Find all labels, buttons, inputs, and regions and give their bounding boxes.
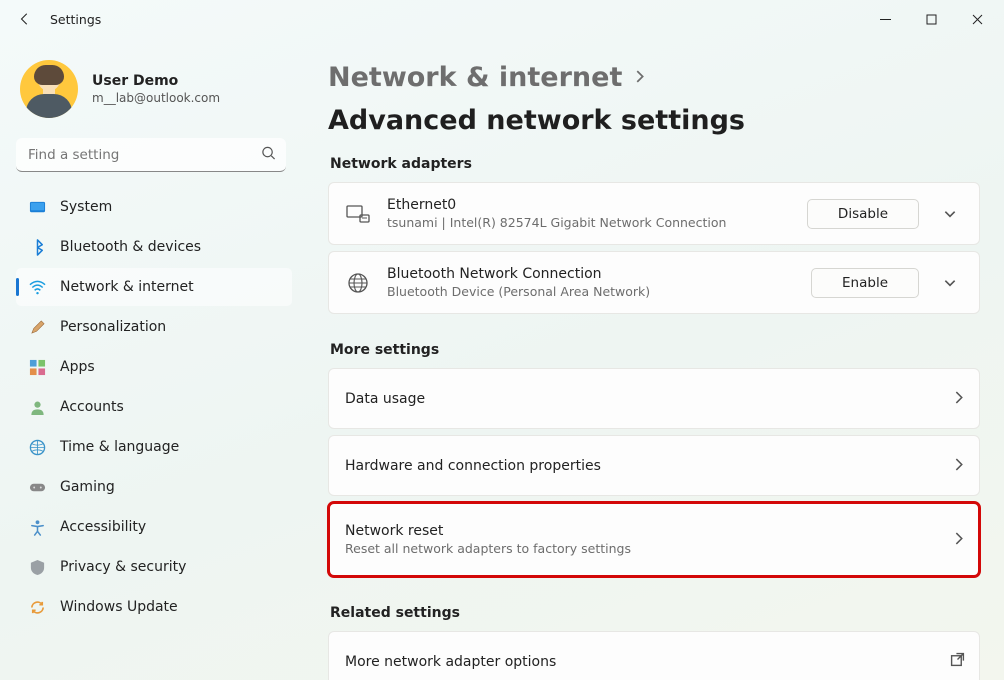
open-external-icon xyxy=(950,652,965,671)
search-input[interactable] xyxy=(16,138,286,172)
adapter-desc: tsunami | Intel(R) 82574L Gigabit Networ… xyxy=(387,215,791,230)
shield-icon xyxy=(28,558,46,576)
section-title-more: More settings xyxy=(330,342,980,358)
section-title-adapters: Network adapters xyxy=(330,156,980,172)
related-item-adapter-options[interactable]: More network adapter options xyxy=(328,631,980,680)
search-box xyxy=(16,138,286,172)
sidebar-item-label: Gaming xyxy=(60,479,115,495)
sidebar-item-accounts[interactable]: Accounts xyxy=(16,388,292,426)
sidebar-item-accessibility[interactable]: Accessibility xyxy=(16,508,292,546)
update-icon xyxy=(28,598,46,616)
link-title: More network adapter options xyxy=(345,654,934,670)
sidebar-item-label: Windows Update xyxy=(60,599,178,615)
system-icon xyxy=(28,198,46,216)
link-title: Network reset xyxy=(345,523,936,539)
breadcrumb-parent[interactable]: Network & internet xyxy=(328,62,622,93)
sidebar-item-label: Accounts xyxy=(60,399,124,415)
adapter-card-bluetooth[interactable]: Bluetooth Network Connection Bluetooth D… xyxy=(328,251,980,314)
sidebar-item-privacy[interactable]: Privacy & security xyxy=(16,548,292,586)
sidebar-item-update[interactable]: Windows Update xyxy=(16,588,292,626)
globe-icon xyxy=(345,272,371,294)
sidebar-item-bluetooth[interactable]: Bluetooth & devices xyxy=(16,228,292,266)
bluetooth-icon xyxy=(28,238,46,256)
sidebar: User Demo m__lab@outlook.com System Blue… xyxy=(0,38,300,680)
ethernet-icon xyxy=(345,204,371,224)
chevron-down-icon xyxy=(943,276,957,290)
link-subtitle: Reset all network adapters to factory se… xyxy=(345,541,936,556)
close-button[interactable] xyxy=(954,4,1000,34)
nav-list: System Bluetooth & devices Network & int… xyxy=(16,188,292,626)
expand-button[interactable] xyxy=(935,207,965,221)
user-email: m__lab@outlook.com xyxy=(92,91,220,105)
paintbrush-icon xyxy=(28,318,46,336)
more-item-network-reset[interactable]: Network reset Reset all network adapters… xyxy=(328,502,980,577)
maximize-button[interactable] xyxy=(908,4,954,34)
chevron-right-icon xyxy=(952,530,965,549)
adapter-name: Bluetooth Network Connection xyxy=(387,266,795,282)
search-icon xyxy=(261,146,276,165)
sidebar-item-apps[interactable]: Apps xyxy=(16,348,292,386)
section-title-related: Related settings xyxy=(330,605,980,621)
sidebar-item-label: Personalization xyxy=(60,319,166,335)
chevron-right-icon xyxy=(634,68,647,87)
chevron-down-icon xyxy=(943,207,957,221)
minimize-button[interactable] xyxy=(862,4,908,34)
app-title: Settings xyxy=(50,12,101,27)
more-item-data-usage[interactable]: Data usage xyxy=(328,368,980,429)
close-icon xyxy=(972,14,983,25)
sidebar-item-label: System xyxy=(60,199,112,215)
link-title: Data usage xyxy=(345,391,936,407)
sidebar-item-label: Time & language xyxy=(60,439,179,455)
link-title: Hardware and connection properties xyxy=(345,458,936,474)
sidebar-item-label: Bluetooth & devices xyxy=(60,239,201,255)
disable-button[interactable]: Disable xyxy=(807,199,919,229)
sidebar-item-label: Network & internet xyxy=(60,279,194,295)
minimize-icon xyxy=(880,14,891,25)
sidebar-item-personalization[interactable]: Personalization xyxy=(16,308,292,346)
breadcrumb: Network & internet Advanced network sett… xyxy=(328,62,980,136)
sidebar-item-label: Apps xyxy=(60,359,95,375)
enable-button[interactable]: Enable xyxy=(811,268,919,298)
user-name: User Demo xyxy=(92,73,220,89)
wifi-icon xyxy=(28,278,46,296)
person-icon xyxy=(28,398,46,416)
maximize-icon xyxy=(926,14,937,25)
page-title: Advanced network settings xyxy=(328,105,745,136)
avatar xyxy=(20,60,78,118)
adapter-name: Ethernet0 xyxy=(387,197,791,213)
chevron-right-icon xyxy=(952,456,965,475)
back-button[interactable] xyxy=(8,4,42,34)
accessibility-icon xyxy=(28,518,46,536)
sidebar-item-system[interactable]: System xyxy=(16,188,292,226)
title-bar: Settings xyxy=(0,0,1004,38)
main-content: Network & internet Advanced network sett… xyxy=(300,38,1004,680)
sidebar-item-gaming[interactable]: Gaming xyxy=(16,468,292,506)
chevron-right-icon xyxy=(952,389,965,408)
expand-button[interactable] xyxy=(935,276,965,290)
apps-icon xyxy=(28,358,46,376)
adapter-card-ethernet[interactable]: Ethernet0 tsunami | Intel(R) 82574L Giga… xyxy=(328,182,980,245)
sidebar-item-time[interactable]: Time & language xyxy=(16,428,292,466)
sidebar-item-label: Privacy & security xyxy=(60,559,186,575)
sidebar-item-network[interactable]: Network & internet xyxy=(16,268,292,306)
arrow-left-icon xyxy=(18,12,32,26)
adapter-desc: Bluetooth Device (Personal Area Network) xyxy=(387,284,795,299)
user-profile[interactable]: User Demo m__lab@outlook.com xyxy=(16,46,292,136)
gamepad-icon xyxy=(28,478,46,496)
more-item-hardware[interactable]: Hardware and connection properties xyxy=(328,435,980,496)
sidebar-item-label: Accessibility xyxy=(60,519,146,535)
globe-clock-icon xyxy=(28,438,46,456)
